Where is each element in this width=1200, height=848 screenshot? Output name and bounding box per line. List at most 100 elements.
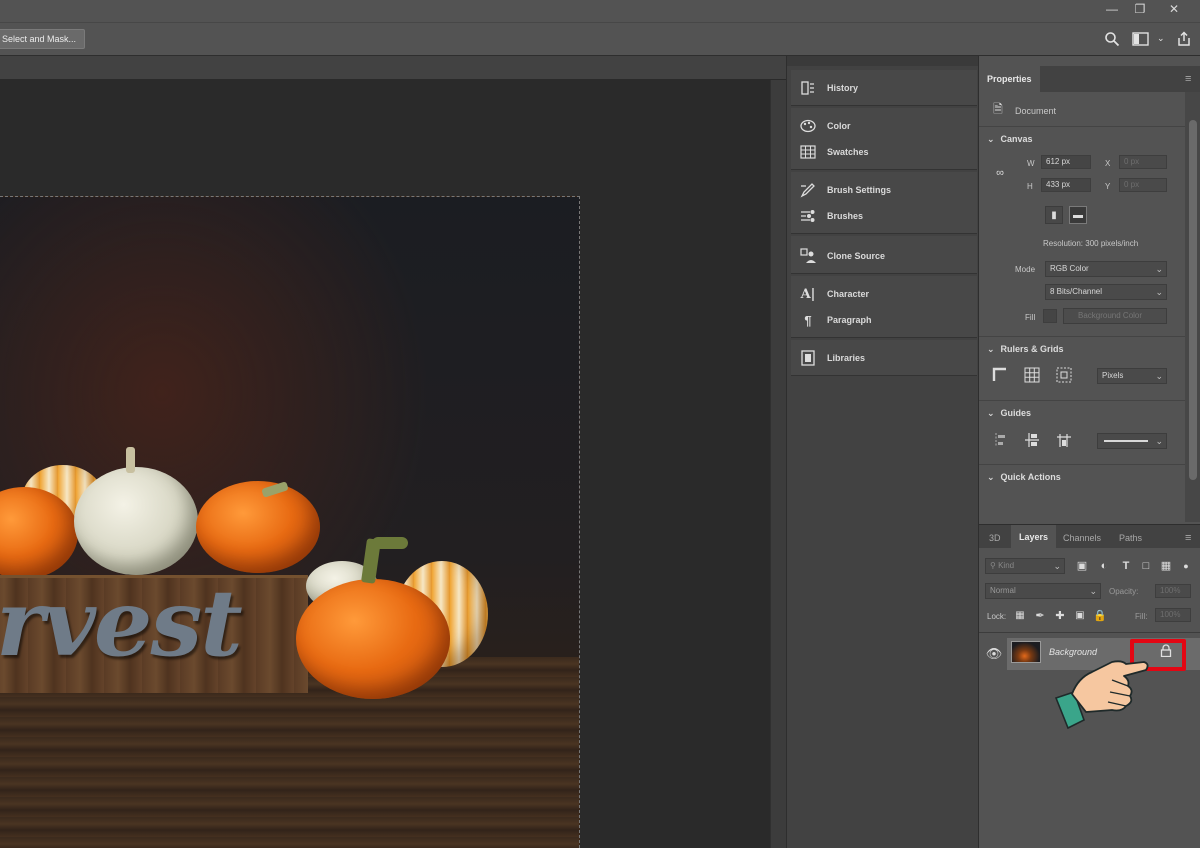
options-bar: Select and Mask... ⌄: [0, 22, 1200, 56]
panel-clone-source[interactable]: Clone Source: [799, 246, 885, 266]
pumpkin-stem: [126, 447, 135, 473]
panel-libraries[interactable]: Libraries: [799, 348, 865, 368]
select-and-mask-button[interactable]: Select and Mask...: [0, 29, 86, 49]
height-field[interactable]: 433 px: [1041, 178, 1091, 192]
width-field[interactable]: 612 px: [1041, 155, 1091, 169]
chevron-down-icon: ⌄: [1089, 586, 1097, 596]
opacity-field[interactable]: 100%: [1155, 584, 1191, 598]
blend-mode-select[interactable]: Normal ⌄: [985, 583, 1101, 599]
panel-color[interactable]: Color: [799, 116, 851, 136]
document-canvas[interactable]: rvest: [0, 196, 580, 848]
properties-scrollbar[interactable]: [1185, 92, 1200, 522]
width-label: W: [1027, 159, 1035, 168]
title-bar: — ❐ ✕: [0, 0, 1200, 22]
search-icon: ⚲: [990, 561, 999, 570]
filter-type-icon[interactable]: T: [1117, 557, 1135, 575]
brushes-icon: [799, 209, 817, 223]
eye-visibility-icon[interactable]: 👁: [985, 645, 1003, 663]
filter-adjustment-icon[interactable]: ◐: [1095, 557, 1113, 575]
filter-pixel-icon[interactable]: ▣: [1073, 557, 1091, 575]
bit-depth-select-value: 8 Bits/Channel: [1050, 287, 1103, 296]
chevron-down-icon: ⌄: [987, 408, 995, 418]
layer-filter-select[interactable]: ⚲ Kind ⌄: [985, 558, 1065, 574]
y-label: Y: [1105, 182, 1111, 191]
panel-menu-icon[interactable]: ≡: [1185, 66, 1191, 92]
layer-thumbnail: [1011, 641, 1041, 663]
x-field[interactable]: 0 px: [1119, 155, 1167, 169]
rulers-grids-section-header[interactable]: ⌄ Rulers & Grids: [987, 344, 1064, 355]
pointing-hand-icon: [1054, 660, 1149, 730]
landscape-orientation-icon[interactable]: ▬: [1069, 206, 1087, 224]
canvas-scrollbar[interactable]: [770, 80, 786, 848]
y-field[interactable]: 0 px: [1119, 178, 1167, 192]
x-label: X: [1105, 159, 1111, 168]
panel-character-label: Character: [827, 289, 870, 299]
mode-label: Mode: [1015, 265, 1036, 274]
clone-source-icon: [799, 248, 817, 263]
fill-color-swatch[interactable]: [1043, 309, 1057, 323]
mode-select[interactable]: RGB Color ⌄: [1045, 261, 1167, 277]
guide-align-left-icon[interactable]: [991, 432, 1009, 450]
scrollbar-thumb[interactable]: [1189, 120, 1197, 480]
panel-group-history: History: [791, 70, 977, 106]
collapsed-panels-dock: History Color Swatches Brush Settings Br…: [786, 56, 979, 848]
filter-smart-object-icon[interactable]: ▦: [1157, 557, 1175, 575]
panel-brushes[interactable]: Brushes: [799, 206, 863, 226]
ruler-icon[interactable]: [991, 367, 1009, 385]
crate-lettering: rvest: [0, 569, 243, 677]
character-icon: A|: [800, 286, 816, 302]
guide-line-style: [1104, 440, 1148, 442]
share-icon[interactable]: [1176, 31, 1192, 49]
close-icon[interactable]: ✕: [1160, 0, 1188, 20]
divider: [979, 632, 1200, 633]
pumpkin-orange-front: [296, 579, 450, 699]
panel-character[interactable]: A| Character: [799, 284, 869, 304]
panel-swatches[interactable]: Swatches: [799, 142, 869, 162]
guide-style-select[interactable]: ⌄: [1097, 433, 1167, 449]
ruler-units-select[interactable]: Pixels ⌄: [1097, 368, 1167, 384]
chevron-down-icon[interactable]: ⌄: [1157, 33, 1165, 44]
fill-opacity-field[interactable]: 100%: [1155, 608, 1191, 622]
minimize-icon[interactable]: —: [1098, 0, 1126, 20]
panel-group-clone: Clone Source: [791, 236, 977, 274]
panel-brush-settings[interactable]: Brush Settings: [799, 180, 891, 200]
workspace-icon[interactable]: [1132, 31, 1150, 49]
panel-color-label: Color: [827, 121, 851, 131]
tab-layers[interactable]: Layers: [1011, 525, 1057, 549]
fill-select[interactable]: Background Color: [1063, 308, 1167, 324]
lock-position-icon[interactable]: ✚: [1051, 607, 1069, 625]
panel-libraries-label: Libraries: [827, 353, 866, 363]
panel-group-libraries: Libraries: [791, 340, 977, 376]
panel-clone-source-label: Clone Source: [827, 251, 886, 261]
search-icon[interactable]: [1104, 31, 1120, 49]
bit-depth-select[interactable]: 8 Bits/Channel ⌄: [1045, 284, 1167, 300]
canvas-section-header[interactable]: ⌄ Canvas: [987, 134, 1033, 145]
guides-section-header[interactable]: ⌄ Guides: [987, 408, 1031, 419]
grid-icon[interactable]: [1023, 367, 1041, 385]
filter-shape-icon[interactable]: □: [1137, 557, 1155, 575]
panel-group-color: Color Swatches: [791, 108, 977, 170]
quick-actions-section-label: Quick Actions: [1000, 472, 1061, 482]
restore-icon[interactable]: ❐: [1126, 0, 1154, 20]
lock-artboard-icon[interactable]: ▣: [1071, 607, 1089, 625]
pixel-grid-icon[interactable]: [1055, 367, 1073, 385]
filter-toggle-icon[interactable]: ●: [1177, 557, 1195, 575]
document-label: Document: [1015, 106, 1057, 116]
tab-properties[interactable]: Properties: [979, 66, 1040, 92]
lock-all-icon[interactable]: 🔒: [1091, 607, 1109, 625]
paragraph-icon: ¶: [804, 312, 812, 328]
portrait-orientation-icon[interactable]: ▮: [1045, 206, 1063, 224]
quick-actions-section-header[interactable]: ⌄ Quick Actions: [987, 472, 1061, 483]
pumpkin-white: [74, 467, 198, 575]
guides-section-label: Guides: [1000, 408, 1032, 418]
lock-transparent-icon[interactable]: ▦: [1011, 607, 1029, 625]
blend-mode-value: Normal: [990, 586, 1016, 595]
lock-image-icon[interactable]: ✒: [1031, 607, 1049, 625]
panel-history[interactable]: History: [799, 78, 858, 98]
link-chain-icon[interactable]: ∞: [991, 164, 1009, 182]
panel-paragraph[interactable]: ¶ Paragraph: [799, 310, 871, 330]
panel-swatches-label: Swatches: [827, 147, 869, 157]
guide-distribute-icon[interactable]: [1023, 432, 1041, 450]
layer-filter-value: Kind: [998, 561, 1015, 570]
guide-add-icon[interactable]: [1055, 432, 1073, 450]
